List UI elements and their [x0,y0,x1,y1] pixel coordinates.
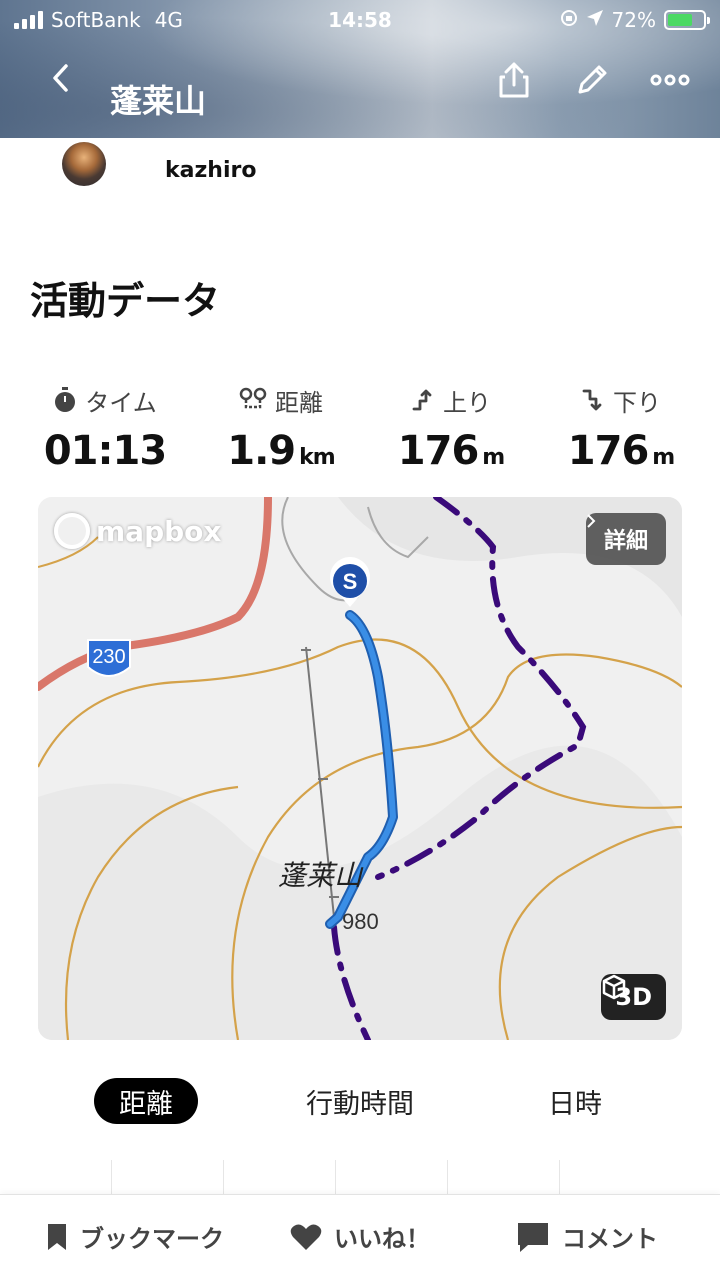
header: SoftBank 4G 14:58 72% 蓬莱山 [0,0,720,138]
stat-distance: 距離 1.9 km [196,384,366,474]
bottom-action-bar: ブックマーク いいね！ コメント [0,1194,720,1280]
bookmark-button[interactable]: ブックマーク [46,1219,224,1254]
mapbox-icon [54,513,90,549]
peak-name-label: 蓬莱山 [278,859,364,892]
route-number: 230 [92,646,125,668]
mapbox-text: mapbox [96,514,222,548]
more-icon [650,74,690,86]
stat-descent-value: 176 [567,428,649,474]
edit-icon [578,65,607,94]
comment-button[interactable]: コメント [516,1219,658,1254]
nav-actions [494,60,690,100]
bookmark-label: ブックマーク [80,1225,224,1253]
stat-ascent-label: 上り [443,388,491,417]
stopwatch-icon [55,387,76,412]
comment-label: コメント [562,1225,658,1253]
tab-distance[interactable]: 距離 [94,1078,198,1124]
location-icon [586,8,604,32]
stat-ascent-unit: m [482,445,505,470]
back-button[interactable] [40,58,80,98]
comment-icon [518,1222,548,1252]
tab-datetime[interactable]: 日時 [520,1078,630,1124]
battery-percent: 72% [611,8,656,32]
battery-icon [664,10,710,30]
like-button[interactable]: いいね！ [290,1219,430,1254]
descent-icon [582,389,602,411]
status-right: 72% [560,8,710,32]
mapbox-logo: mapbox [54,513,221,549]
heart-icon [290,1224,322,1250]
edit-button[interactable] [572,60,612,100]
chevron-right-icon [587,514,596,528]
ascent-icon [412,389,432,411]
avatar[interactable] [62,142,106,186]
more-button[interactable] [650,60,690,100]
share-button[interactable] [494,60,534,100]
stat-ascent-value: 176 [397,428,479,474]
like-label: いいね！ [334,1225,430,1253]
stat-descent: 下り 176 m [536,384,706,475]
stat-ascent: 上り 176 m [366,384,536,475]
status-bar: SoftBank 4G 14:58 72% [0,0,720,40]
lock-rotation-icon [560,8,578,32]
stat-time: タイム 01:13 [20,384,190,474]
activity-stats: タイム 01:13 距離 1.9 km 上り 176 m 下り 176 m [0,384,720,484]
map-canvas[interactable]: 230 S 蓬莱山 980 [38,497,682,1040]
route-pin-icon [239,387,267,409]
chart-tabs: 距離 行動時間 日時 [0,1078,720,1128]
username[interactable]: kazhiro [165,158,256,183]
stat-time-value: 01:13 [43,428,167,474]
bookmark-icon [48,1223,66,1250]
cube-icon [603,974,626,1000]
tab-moving-time[interactable]: 行動時間 [290,1078,430,1124]
nav-bar: 蓬莱山 [0,48,720,128]
stat-distance-label: 距離 [275,388,323,417]
activity-section-title: 活動データ [30,279,221,323]
map-detail-button[interactable]: 詳細 [585,513,666,565]
route-230-badge: 230 [87,639,131,677]
map-3d-button[interactable]: 3D [601,974,666,1020]
user-profile[interactable]: kazhiro [0,138,720,208]
peak-elevation-label: 980 [342,909,379,934]
stat-time-label: タイム [85,388,157,417]
back-icon [53,64,68,92]
start-marker-label: S [343,569,358,594]
route-map[interactable]: 230 S 蓬莱山 980 mapbox 詳細 3D [38,497,682,1040]
stat-descent-unit: m [652,445,675,470]
stat-descent-label: 下り [613,388,661,417]
stat-distance-value: 1.9 [227,428,296,474]
map-detail-label: 詳細 [603,529,648,554]
page-title: 蓬莱山 [110,82,207,120]
stat-distance-unit: km [299,445,336,470]
share-icon [499,62,529,98]
